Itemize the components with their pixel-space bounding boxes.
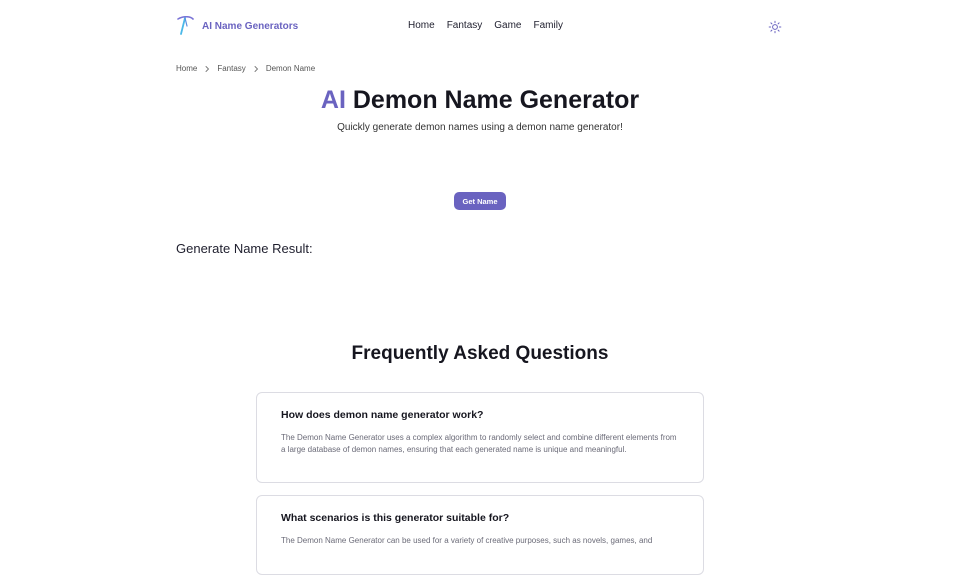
brand-name: AI Name Generators — [202, 20, 299, 32]
chevron-right-icon — [203, 65, 211, 73]
quill-logo-icon — [177, 16, 194, 35]
nav-fantasy[interactable]: Fantasy — [447, 20, 483, 31]
page-title-accent: AI — [320, 86, 346, 114]
faq-question: What scenarios is this generator suitabl… — [281, 512, 510, 524]
breadcrumb-home[interactable]: Home — [176, 64, 197, 73]
chevron-right-icon — [252, 65, 260, 73]
page-title-main: Demon Name Generator — [352, 86, 640, 114]
main-nav: Home Fantasy Game Family — [408, 20, 563, 31]
breadcrumb-fantasy[interactable]: Fantasy — [217, 64, 245, 73]
breadcrumb: Home Fantasy Demon Name — [176, 64, 315, 73]
faq-item: What scenarios is this generator suitabl… — [256, 495, 704, 575]
brand-link[interactable]: AI Name Generators — [176, 16, 298, 36]
breadcrumb-current: Demon Name — [265, 64, 316, 73]
page-title: AI Demon Name Generator — [0, 86, 960, 115]
sun-icon — [768, 20, 782, 34]
theme-toggle-button[interactable] — [768, 20, 782, 34]
faq-heading: Frequently Asked Questions — [351, 343, 609, 364]
faq-question: How does demon name generator work? — [281, 409, 484, 421]
page-subtitle: Quickly generate demon names using a dem… — [337, 122, 623, 133]
faq-answer: The Demon Name Generator uses a complex … — [281, 433, 677, 454]
nav-game[interactable]: Game — [494, 20, 521, 31]
get-name-button[interactable]: Get Name — [454, 192, 506, 210]
site-header: AI Name Generators Home Fantasy Game Fam… — [0, 0, 960, 54]
faq-answer: The Demon Name Generator can be used for… — [281, 536, 653, 545]
result-heading: Generate Name Result: — [176, 241, 313, 256]
faq-item: How does demon name generator work? The … — [256, 392, 704, 483]
nav-home[interactable]: Home — [408, 20, 435, 31]
nav-family[interactable]: Family — [534, 20, 563, 31]
